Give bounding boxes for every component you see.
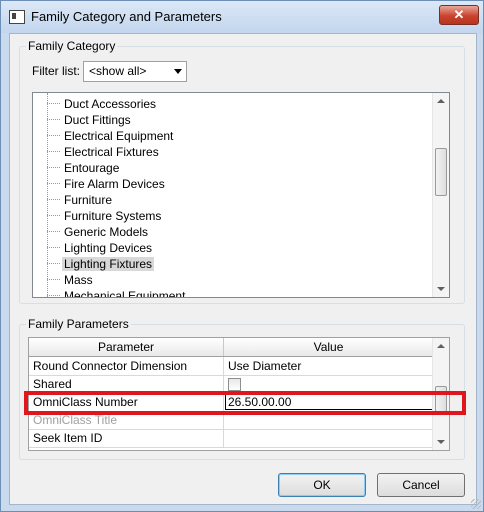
category-item-label: Mass <box>64 273 93 287</box>
grid-header: Parameter Value <box>29 338 434 357</box>
tree-branch-line <box>47 215 60 216</box>
family-category-label: Family Category <box>26 39 118 53</box>
window-title: Family Category and Parameters <box>31 9 222 24</box>
tree-branch-line <box>47 199 60 200</box>
tree-branch-line <box>47 167 60 168</box>
tree-branch-line <box>47 231 60 232</box>
category-item-label: Entourage <box>64 161 120 175</box>
title-bar[interactable]: Family Category and Parameters ✕ <box>1 1 483 33</box>
category-list-item[interactable]: Furniture <box>47 192 427 208</box>
parameter-row[interactable]: Seek Item ID <box>29 429 433 448</box>
scrollbar-thumb[interactable] <box>435 148 447 196</box>
category-item-label: Duct Fittings <box>64 113 131 127</box>
category-list-item[interactable]: Generic Models <box>47 224 427 240</box>
category-list-item[interactable]: Furniture Systems <box>47 208 427 224</box>
category-item-label: Furniture Systems <box>64 209 162 223</box>
tree-branch-line <box>47 183 60 184</box>
tree-branch-line <box>47 103 60 104</box>
filter-list-value: <show all> <box>89 64 147 78</box>
ok-button[interactable]: OK <box>278 473 366 497</box>
cancel-button[interactable]: Cancel <box>377 473 465 497</box>
tree-branch-line <box>47 247 60 248</box>
filter-list-dropdown[interactable]: <show all> <box>83 61 187 82</box>
category-item-label: Lighting Fixtures <box>62 257 155 271</box>
tree-branch-line <box>47 279 60 280</box>
category-list-item[interactable]: Fire Alarm Devices <box>47 176 427 192</box>
tree-branch-line <box>47 263 60 264</box>
parameter-name-cell: Round Connector Dimension <box>29 357 224 375</box>
scroll-down-arrow-icon[interactable] <box>437 287 445 291</box>
category-list-item[interactable]: Electrical Fixtures <box>47 144 427 160</box>
column-header-parameter[interactable]: Parameter <box>29 338 224 356</box>
category-item-label: Electrical Fixtures <box>64 145 159 159</box>
scroll-up-arrow-icon[interactable] <box>437 344 445 348</box>
shared-checkbox[interactable] <box>228 378 241 391</box>
column-header-value[interactable]: Value <box>224 338 434 356</box>
category-item-label: Furniture <box>64 193 113 207</box>
category-item-label: Mechanical Equipment <box>64 289 186 298</box>
category-item-label: Duct Accessories <box>64 97 157 111</box>
scroll-down-arrow-icon[interactable] <box>437 440 445 444</box>
category-list-item[interactable]: Mass <box>47 272 427 288</box>
category-item-label: Generic Models <box>64 225 149 239</box>
category-list-item[interactable]: Electrical Equipment <box>47 128 427 144</box>
filter-list-label: Filter list: <box>32 64 80 78</box>
tree-branch-line <box>47 151 60 152</box>
tree-branch-line <box>47 295 60 296</box>
chevron-down-icon[interactable] <box>174 69 182 74</box>
category-item-label: Lighting Devices <box>64 241 153 255</box>
close-button[interactable]: ✕ <box>439 5 479 25</box>
resize-grip-icon[interactable] <box>471 499 481 509</box>
parameter-value-cell[interactable] <box>224 429 433 447</box>
category-list-scrollbar[interactable] <box>432 93 449 297</box>
parameter-name-cell: Seek Item ID <box>29 429 224 447</box>
category-list-item[interactable]: Duct Fittings <box>47 112 427 128</box>
category-list-item[interactable]: Entourage <box>47 160 427 176</box>
window-icon <box>9 10 25 24</box>
category-item-label: Fire Alarm Devices <box>64 177 165 191</box>
category-list-item[interactable]: Duct Accessories <box>47 96 427 112</box>
tree-branch-line <box>47 119 60 120</box>
category-item-label: Electrical Equipment <box>64 129 174 143</box>
tree-branch-line <box>47 135 60 136</box>
parameter-value-cell[interactable]: Use Diameter <box>224 357 433 375</box>
family-parameters-label: Family Parameters <box>26 317 131 331</box>
parameter-row[interactable]: Round Connector Dimension Use Diameter <box>29 357 433 376</box>
category-list-item[interactable]: Lighting Devices <box>47 240 427 256</box>
category-list-item[interactable]: Mechanical Equipment <box>47 288 427 298</box>
scroll-up-arrow-icon[interactable] <box>437 99 445 103</box>
category-list[interactable]: Duct Accessories Duct Fittings Electrical … <box>32 92 450 298</box>
category-list-item[interactable]: Lighting Fixtures <box>47 256 427 272</box>
highlight-box <box>24 391 466 415</box>
